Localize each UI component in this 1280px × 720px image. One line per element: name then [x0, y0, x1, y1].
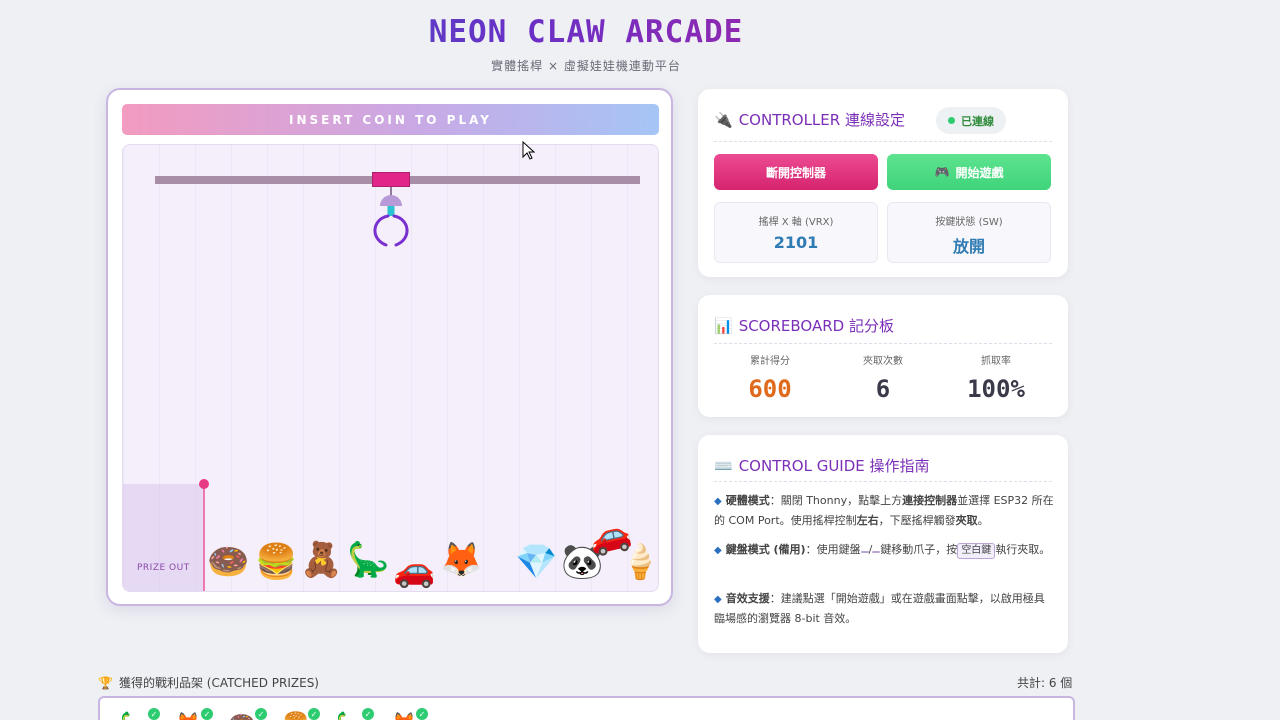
- divider: [714, 343, 1052, 344]
- prize-donut: 🍩: [207, 542, 250, 582]
- guide-bold: 連接控制器: [902, 494, 958, 507]
- start-game-button[interactable]: 🎮 開始遊戲: [887, 154, 1051, 190]
- vrx-value: 2101: [773, 233, 819, 252]
- vrx-readout: 搖桿 X 軸 (VRX) 2101: [714, 202, 878, 263]
- chart-icon: 📊: [714, 316, 733, 335]
- guide-title-text: CONTROL GUIDE 操作指南: [738, 457, 930, 475]
- trophy-icon: 🏆: [98, 675, 113, 690]
- divider: [714, 481, 1052, 482]
- game-playfield[interactable]: PRIZE OUT 🍩 🍔 🧸 🦕 🚗 🦊 💎 🐼 🚗 🍦: [122, 144, 659, 592]
- claw-carriage: [372, 172, 410, 187]
- scoreboard-card: 📊 SCOREBOARD 記分板 累計得分 600 夾取次數 6 抓取率 100…: [698, 295, 1068, 417]
- status-dot-icon: [948, 117, 955, 124]
- diamond-bullet-icon: ◆: [714, 594, 722, 605]
- caught-prize: 🦊: [174, 712, 201, 720]
- app-title: NEON CLAW ARCADE: [0, 14, 1172, 50]
- divider: [714, 141, 1052, 142]
- start-label: 開始遊戲: [955, 165, 1004, 180]
- caught-prize: 🍩: [228, 712, 255, 720]
- guide-item-sound: ◆ 音效支援：建議點選「開始遊戲」或在遊戲畫面點擊，以啟用極具臨場感的瀏覽器 8-…: [714, 589, 1054, 628]
- check-icon: ✓: [416, 708, 428, 720]
- catch-rate-value: 100%: [967, 375, 1025, 403]
- guide-text: 執行夾取。: [995, 543, 1051, 556]
- prize-car: 🚗: [393, 550, 436, 590]
- sw-readout: 按鍵狀態 (SW) 放開: [887, 202, 1051, 263]
- catch-rate: 抓取率 100%: [940, 352, 1052, 403]
- space-key: 空白鍵: [957, 543, 996, 559]
- diamond-bullet-icon: ◆: [714, 545, 722, 556]
- diamond-bullet-icon: ◆: [714, 496, 722, 507]
- guide-text: 鍵移動爪子，按: [880, 543, 958, 556]
- mouse-cursor-icon: [522, 141, 536, 160]
- vrx-label: 搖桿 X 軸 (VRX): [758, 217, 834, 228]
- left-key: [860, 551, 869, 553]
- prize-shelf: 🦕 ✓ 🦊 ✓ 🍩 ✓ 🍔 ✓ 🦕 ✓ 🦊 ✓: [98, 696, 1075, 720]
- prize-out-label: PRIZE OUT: [137, 563, 190, 573]
- chute-divider: [203, 485, 205, 591]
- caught-prize: 🦕: [336, 712, 363, 720]
- guide-text: ：使用鍵盤: [805, 543, 861, 556]
- scoreboard-title-text: SCOREBOARD 記分板: [738, 317, 894, 335]
- guide-bold: 左右: [856, 514, 879, 527]
- sw-value: 放開: [952, 237, 985, 256]
- keyboard-icon: ⌨️: [714, 456, 733, 475]
- prize-icecream: 🍦: [619, 542, 659, 582]
- prize-teddy: 🧸: [300, 540, 343, 580]
- controller-title: 🔌 CONTROLLER 連線設定: [714, 109, 905, 130]
- check-icon: ✓: [362, 708, 374, 720]
- caught-prize: 🦕: [120, 712, 147, 720]
- guide-text: ：關閉 Thonny，點擊上方: [769, 494, 903, 507]
- controller-card: 🔌 CONTROLLER 連線設定 已連線 斷開控制器 🎮 開始遊戲 搖桿 X …: [698, 89, 1068, 277]
- chute-knob: [199, 479, 209, 489]
- check-icon: ✓: [308, 708, 320, 720]
- scoreboard-title: 📊 SCOREBOARD 記分板: [714, 315, 894, 336]
- check-icon: ✓: [201, 708, 213, 720]
- total-score-value: 600: [748, 375, 792, 403]
- total-score-label: 累計得分: [750, 356, 790, 367]
- total-score: 累計得分 600: [714, 352, 826, 403]
- prize-burger: 🍔: [255, 542, 298, 582]
- guide-text: 。: [977, 514, 989, 527]
- caught-prize: 🦊: [390, 712, 417, 720]
- prize-fox: 🦊: [440, 540, 483, 580]
- disconnect-controller-button[interactable]: 斷開控制器: [714, 154, 878, 190]
- prize-diamond: 💎: [515, 542, 558, 582]
- check-icon: ✓: [255, 708, 267, 720]
- guide-head: 鍵盤模式 (備用): [725, 543, 806, 556]
- check-icon: ✓: [148, 708, 160, 720]
- sw-label: 按鍵狀態 (SW): [935, 217, 1003, 228]
- guide-item-keyboard: ◆ 鍵盤模式 (備用)：使用鍵盤 / 鍵移動爪子，按 空白鍵 執行夾取。: [714, 540, 1054, 560]
- catch-count-value: 6: [875, 375, 891, 403]
- catch-rate-label: 抓取率: [981, 356, 1011, 367]
- connection-status-badge: 已連線: [936, 107, 1006, 134]
- app-subtitle: 實體搖桿 × 虛擬娃娃機連動平台: [491, 59, 681, 73]
- claw-icon: [373, 187, 409, 247]
- caught-prize: 🍔: [282, 712, 309, 720]
- guide-item-hardware: ◆ 硬體模式：關閉 Thonny，點擊上方連接控制器並選擇 ESP32 所在的 C…: [714, 491, 1054, 530]
- guide-head: 硬體模式: [725, 494, 770, 507]
- controller-title-text: CONTROLLER 連線設定: [738, 111, 905, 129]
- prize-chute: [123, 484, 204, 591]
- prizes-section-title: 🏆 獲得的戰利品架 (CATCHED PRIZES): [98, 674, 319, 691]
- guide-title: ⌨️ CONTROL GUIDE 操作指南: [714, 455, 930, 476]
- guide-text: /: [868, 543, 873, 556]
- connection-status-text: 已連線: [961, 114, 994, 128]
- catch-count-label: 夾取次數: [863, 356, 903, 367]
- guide-bold: 夾取: [955, 514, 978, 527]
- prizes-title-text: 獲得的戰利品架 (CATCHED PRIZES): [118, 676, 319, 690]
- guide-head: 音效支援: [725, 592, 770, 605]
- guide-text: ，下壓搖桿觸發: [878, 514, 956, 527]
- catch-count: 夾取次數 6: [827, 352, 939, 403]
- claw-machine-panel: INSERT COIN TO PLAY PRIZE OUT 🍩 🍔 🧸 🦕 🚗 …: [106, 88, 673, 606]
- prize-dino: 🦕: [347, 540, 390, 580]
- prizes-count: 共計: 6 個: [1017, 676, 1073, 690]
- control-guide-card: ⌨️ CONTROL GUIDE 操作指南 ◆ 硬體模式：關閉 Thonny，點擊…: [698, 435, 1068, 653]
- disconnect-label: 斷開控制器: [765, 165, 826, 180]
- insert-coin-banner[interactable]: INSERT COIN TO PLAY: [122, 104, 659, 135]
- plug-icon: 🔌: [714, 110, 733, 129]
- gamepad-icon: 🎮: [934, 165, 950, 179]
